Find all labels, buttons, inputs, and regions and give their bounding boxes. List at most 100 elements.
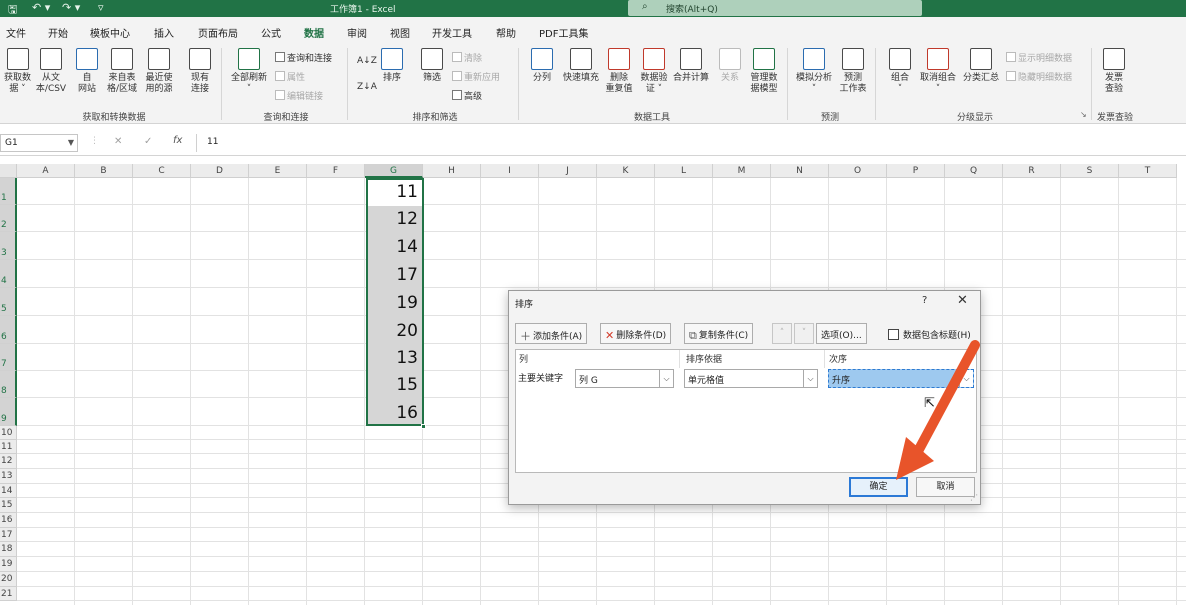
from-web-button[interactable]: 自 网站 — [73, 48, 101, 95]
row-header-4[interactable]: 4 — [0, 260, 17, 288]
chevron-down-icon[interactable]: ▼ — [68, 138, 74, 147]
insert-function-icon[interactable]: fx — [173, 135, 182, 146]
row-header-21[interactable]: 21 — [0, 587, 17, 601]
row-header-10[interactable]: 10 — [0, 426, 17, 440]
row-header-1[interactable]: 1 — [0, 178, 17, 205]
manage-data-model-button[interactable]: 管理数 据模型 — [746, 48, 782, 95]
column-header-b[interactable]: B — [75, 164, 133, 178]
move-up-button[interactable]: ˄ — [772, 323, 792, 344]
customize-quick-access-icon[interactable]: ▿ — [98, 1, 104, 14]
cell-g3[interactable]: 14 — [366, 232, 422, 260]
flash-fill-button[interactable]: 快速填充 — [559, 48, 603, 84]
tab-home[interactable]: 开始 — [48, 25, 68, 40]
tab-data[interactable]: 数据 — [304, 25, 324, 47]
has-headers-checkbox[interactable] — [888, 329, 899, 340]
column-header-c[interactable]: C — [133, 164, 191, 178]
add-level-button[interactable]: ＋添加条件(A) — [515, 323, 588, 344]
copy-level-button[interactable]: ⧉ 复制条件(C) — [684, 323, 754, 344]
column-header-k[interactable]: K — [597, 164, 655, 178]
from-text-csv-button[interactable]: 从文 本/CSV — [33, 48, 69, 95]
column-header-t[interactable]: T — [1119, 164, 1177, 178]
delete-level-button[interactable]: ✕ 删除条件(D) — [600, 323, 672, 344]
edit-links-button[interactable]: 编辑链接 — [275, 89, 323, 102]
tab-formulas[interactable]: 公式 — [261, 25, 281, 40]
what-if-analysis-button[interactable]: 模拟分析 ˅ — [792, 48, 836, 95]
column-header-e[interactable]: E — [249, 164, 307, 178]
cell-g4[interactable]: 17 — [366, 260, 422, 288]
column-header-a[interactable]: A — [17, 164, 75, 178]
column-select[interactable]: 列 G ⌵ — [575, 369, 674, 388]
row-header-12[interactable]: 12 — [0, 454, 17, 469]
column-header-j[interactable]: J — [539, 164, 597, 178]
data-validation-button[interactable]: 数据验 证 ˅ — [637, 48, 671, 95]
consolidate-button[interactable]: 合并计算 — [670, 48, 712, 84]
column-header-s[interactable]: S — [1061, 164, 1119, 178]
search-box[interactable]: ⌕ 搜索(Alt+Q) — [628, 0, 922, 16]
refresh-all-button[interactable]: 全部刷新 ˅ — [226, 48, 272, 95]
column-header-q[interactable]: Q — [945, 164, 1003, 178]
column-header-r[interactable]: R — [1003, 164, 1061, 178]
column-header-f[interactable]: F — [307, 164, 365, 178]
row-header-16[interactable]: 16 — [0, 513, 17, 528]
queries-connections-button[interactable]: 查询和连接 — [275, 51, 332, 64]
row-header-14[interactable]: 14 — [0, 484, 17, 498]
cell-g2[interactable]: 12 — [366, 205, 422, 232]
tab-review[interactable]: 审阅 — [347, 25, 367, 40]
row-header-11[interactable]: 11 — [0, 440, 17, 454]
tab-view[interactable]: 视图 — [390, 25, 410, 40]
cell-g7[interactable]: 13 — [366, 344, 422, 371]
tab-developer[interactable]: 开发工具 — [432, 25, 472, 40]
sort-ascending-button[interactable]: A↓Z — [357, 56, 377, 66]
row-header-18[interactable]: 18 — [0, 542, 17, 557]
tab-page-layout[interactable]: 页面布局 — [198, 25, 238, 40]
resize-grip-icon[interactable]: ⋰ — [970, 493, 978, 502]
cell-g5[interactable]: 19 — [366, 288, 422, 316]
row-header-15[interactable]: 15 — [0, 498, 17, 513]
row-header-9[interactable]: 9 — [0, 398, 17, 426]
recent-sources-button[interactable]: 最近使 用的源 — [141, 48, 177, 95]
column-header-n[interactable]: N — [771, 164, 829, 178]
remove-duplicates-button[interactable]: 删除 重复值 — [603, 48, 635, 95]
forecast-sheet-button[interactable]: 预测 工作表 — [837, 48, 869, 95]
column-header-m[interactable]: M — [713, 164, 771, 178]
fill-handle[interactable] — [421, 424, 426, 429]
row-header-6[interactable]: 6 — [0, 316, 17, 344]
ok-button[interactable]: 确定 — [849, 477, 908, 497]
name-box[interactable]: G1 ▼ — [0, 134, 78, 152]
hide-detail-button[interactable]: 隐藏明细数据 — [1006, 70, 1072, 83]
subtotal-button[interactable]: 分类汇总 — [960, 48, 1002, 84]
tab-file[interactable]: 文件 — [6, 25, 26, 40]
filter-button[interactable]: 筛选 — [418, 48, 446, 84]
column-header-h[interactable]: H — [423, 164, 481, 178]
enter-icon[interactable]: ✓ — [144, 136, 152, 147]
redo-icon[interactable]: ↷ ▾ — [62, 1, 80, 14]
row-header-8[interactable]: 8 — [0, 371, 17, 398]
tab-pdf-tools[interactable]: PDF工具集 — [539, 25, 588, 40]
sort-button[interactable]: 排序 — [378, 48, 406, 84]
column-header-o[interactable]: O — [829, 164, 887, 178]
formula-input[interactable]: 11 — [196, 134, 1184, 152]
help-icon[interactable]: ? — [922, 295, 927, 306]
text-to-columns-button[interactable]: 分列 — [528, 48, 556, 84]
column-header-i[interactable]: I — [481, 164, 539, 178]
properties-button[interactable]: 属性 — [275, 70, 305, 83]
row-header-17[interactable]: 17 — [0, 528, 17, 542]
advanced-filter-button[interactable]: 高级 — [452, 89, 482, 102]
get-data-button[interactable]: 获取数 据 ˅ — [1, 48, 34, 95]
clear-filter-button[interactable]: 清除 — [452, 51, 482, 64]
row-header-19[interactable]: 19 — [0, 557, 17, 572]
column-header-d[interactable]: D — [191, 164, 249, 178]
order-select[interactable]: 升序 ⌵ — [828, 369, 974, 388]
move-down-button[interactable]: ˅ — [794, 323, 814, 344]
tab-template[interactable]: 模板中心 — [90, 25, 130, 40]
relationships-button[interactable]: 关系 — [716, 48, 744, 84]
cell-g1[interactable]: 11 — [366, 178, 422, 205]
cancel-icon[interactable]: ✕ — [114, 136, 122, 147]
reapply-button[interactable]: 重新应用 — [452, 70, 500, 83]
show-detail-button[interactable]: 显示明细数据 — [1006, 51, 1072, 64]
row-header-13[interactable]: 13 — [0, 469, 17, 484]
close-icon[interactable]: ✕ — [957, 293, 968, 308]
cell-g9[interactable]: 16 — [366, 398, 422, 426]
cancel-button[interactable]: 取消 — [916, 477, 975, 497]
row-header-20[interactable]: 20 — [0, 572, 17, 587]
